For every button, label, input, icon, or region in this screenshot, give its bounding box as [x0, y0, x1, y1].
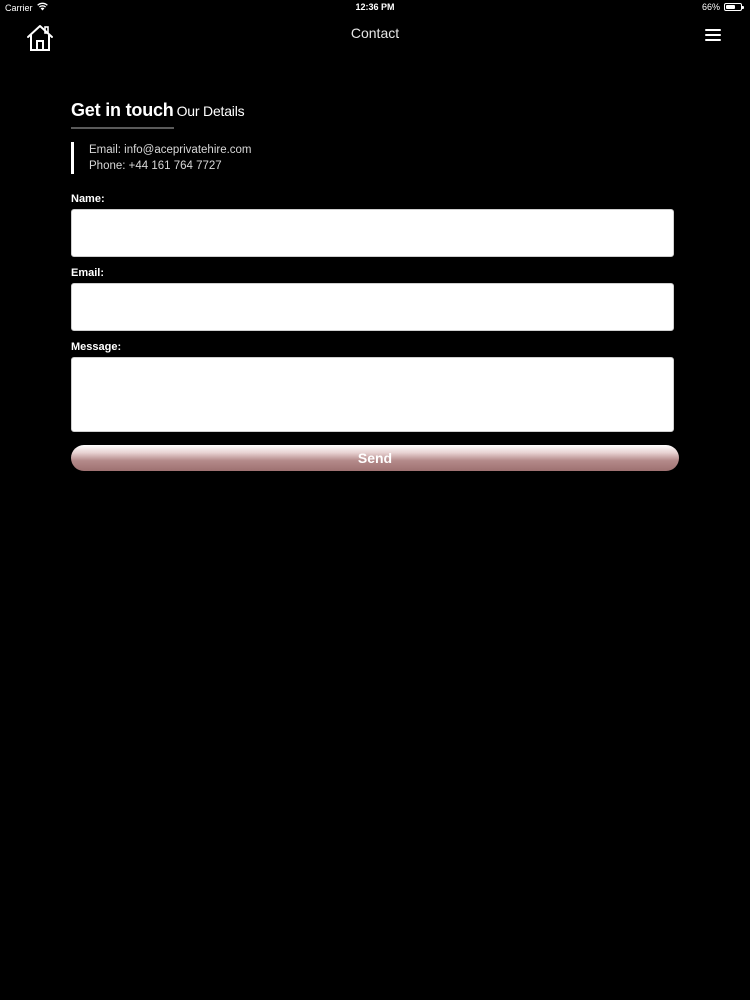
contact-content: Get in touch Our Details Email: info@ace… — [71, 100, 679, 471]
page-title: Contact — [350, 25, 400, 41]
send-button[interactable]: Send — [71, 445, 679, 471]
hamburger-menu-icon-bar — [705, 33, 721, 37]
our-details-heading: Our Details — [176, 103, 245, 119]
status-bar: Carrier 12:36 PM 66% — [0, 0, 750, 16]
get-in-touch-heading: Get in touch — [71, 100, 174, 129]
navigation-bar: Contact — [0, 16, 750, 56]
battery-icon — [724, 3, 744, 11]
status-right: 66% — [701, 2, 744, 12]
contact-email: Email: info@aceprivatehire.com — [89, 144, 252, 156]
hamburger-menu-icon — [705, 28, 721, 32]
email-input[interactable] — [71, 283, 674, 331]
email-label: Email: — [71, 267, 105, 279]
contact-phone: Phone: +44 161 764 7727 — [89, 160, 222, 172]
heading-row: Get in touch Our Details — [71, 100, 679, 129]
battery-fill — [726, 5, 736, 9]
status-time: 12:36 PM — [355, 2, 395, 12]
message-label: Message: — [71, 341, 122, 353]
hamburger-menu-icon-bar — [705, 38, 721, 42]
name-input[interactable] — [71, 209, 674, 257]
menu-button[interactable] — [702, 26, 724, 44]
name-label: Name: — [71, 193, 105, 205]
battery-percent: 66% — [701, 2, 720, 12]
message-textarea[interactable] — [71, 357, 674, 432]
contact-details: Email: info@aceprivatehire.com Phone: +4… — [71, 142, 679, 174]
